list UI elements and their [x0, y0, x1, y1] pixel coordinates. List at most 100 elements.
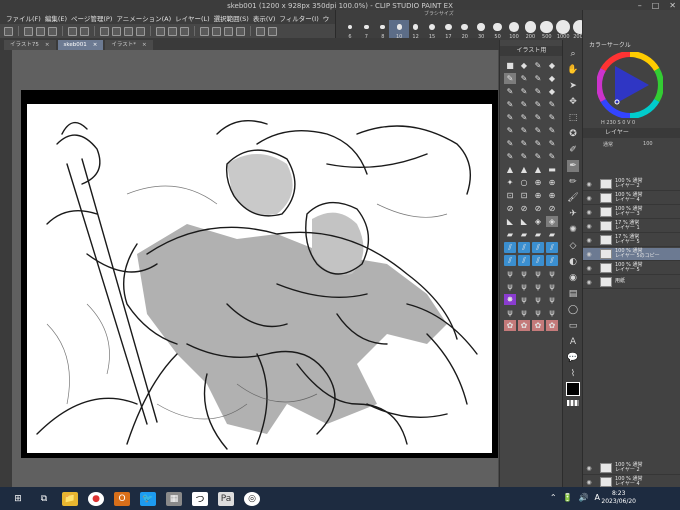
- eye-icon[interactable]: ◉: [583, 181, 595, 188]
- blend-icon[interactable]: ⊕: [546, 190, 558, 201]
- eyedropper-icon[interactable]: ✐: [567, 144, 579, 156]
- home-icon[interactable]: [4, 26, 13, 36]
- grass-icon[interactable]: ψ: [504, 307, 516, 318]
- fill-icon[interactable]: ◈: [532, 216, 544, 227]
- outlook-icon[interactable]: O: [114, 491, 130, 506]
- clip-paint-icon[interactable]: ◎: [244, 491, 260, 506]
- pen-icon[interactable]: ✎: [532, 60, 544, 71]
- clock[interactable]: 8:23 2023/06/20: [601, 490, 636, 506]
- blend-icon[interactable]: ✦: [504, 177, 516, 188]
- open-icon[interactable]: [36, 26, 45, 36]
- eye-icon[interactable]: ◉: [583, 251, 595, 258]
- menu-layer[interactable]: レイヤー(L): [175, 13, 210, 23]
- pen-icon[interactable]: ✎: [532, 138, 544, 149]
- blend-icon[interactable]: ⊕: [532, 190, 544, 201]
- brush-icon[interactable]: ✎: [518, 151, 530, 162]
- save-icon[interactable]: [48, 26, 57, 36]
- opacity-value[interactable]: 100: [643, 141, 653, 148]
- particle-icon[interactable]: ✸: [504, 294, 516, 305]
- redo-icon[interactable]: [80, 26, 89, 36]
- eraser-icon[interactable]: ◆: [546, 86, 558, 97]
- operation-icon[interactable]: ➤: [567, 80, 579, 92]
- menu-file[interactable]: ファイル(F): [6, 13, 41, 23]
- invert-selection-icon[interactable]: [168, 26, 177, 36]
- selection-icon[interactable]: ⬚: [567, 112, 579, 124]
- blend-icon[interactable]: ⊕: [532, 177, 544, 188]
- pen-icon[interactable]: ✎: [546, 138, 558, 149]
- blend-icon[interactable]: ⊘: [504, 203, 516, 214]
- volume-icon[interactable]: 🔊: [579, 493, 589, 502]
- auto-select-icon[interactable]: ✪: [567, 128, 579, 140]
- tab-close-icon[interactable]: ×: [93, 40, 98, 50]
- tab-illust75[interactable]: イラスト75 ×: [4, 40, 56, 50]
- brush-icon[interactable]: ✎: [504, 112, 516, 123]
- canvas-sheet[interactable]: [27, 104, 492, 453]
- fill-icon[interactable]: ◣: [518, 216, 530, 227]
- blend-icon[interactable]: ⊘: [546, 203, 558, 214]
- effect-line-icon[interactable]: ⫽: [518, 242, 530, 253]
- brush-icon[interactable]: ✎: [518, 112, 530, 123]
- eraser-icon[interactable]: ◆: [546, 60, 558, 71]
- pen-icon[interactable]: ✎: [504, 86, 516, 97]
- texture-icon[interactable]: ✿: [518, 320, 530, 331]
- twitter-icon[interactable]: 🐦: [140, 491, 156, 506]
- eraser-icon[interactable]: ◆: [546, 73, 558, 84]
- pen-tool-icon[interactable]: ✒: [567, 160, 579, 172]
- pattern-icon[interactable]: ▲: [504, 164, 516, 175]
- task-view-icon[interactable]: ⧉: [36, 492, 52, 506]
- brush-icon[interactable]: ✎: [532, 125, 544, 136]
- balloon-icon[interactable]: 💬: [567, 352, 579, 364]
- brush-icon[interactable]: ✎: [546, 99, 558, 110]
- clear-icon[interactable]: [100, 26, 109, 36]
- layer-row[interactable]: ◉ 100 % 通常 レイヤー 3: [583, 206, 680, 219]
- grass-icon[interactable]: ψ: [518, 307, 530, 318]
- blend-icon[interactable]: ⊘: [532, 203, 544, 214]
- eye-icon[interactable]: ◉: [583, 223, 595, 230]
- pen-icon[interactable]: ✎: [518, 86, 530, 97]
- texture-icon[interactable]: ✿: [546, 320, 558, 331]
- brush-icon[interactable]: ✎: [546, 151, 558, 162]
- eye-icon[interactable]: ◉: [583, 265, 595, 272]
- brush-icon[interactable]: ✎: [546, 112, 558, 123]
- pen-icon[interactable]: ✎: [518, 73, 530, 84]
- effect-line-icon[interactable]: ⫽: [518, 255, 530, 266]
- deselect-icon[interactable]: [156, 26, 165, 36]
- color-swatch-icon[interactable]: ■: [504, 60, 516, 71]
- tab-illust[interactable]: イラスト* ×: [105, 40, 153, 50]
- texture-icon[interactable]: ✿: [504, 320, 516, 331]
- grass-icon[interactable]: ψ: [546, 268, 558, 279]
- effect-line-icon[interactable]: ⫽: [504, 255, 516, 266]
- move-icon[interactable]: ✥: [567, 96, 579, 108]
- grid-icon[interactable]: [236, 26, 245, 36]
- frame-icon[interactable]: ▭: [567, 320, 579, 332]
- decoration-icon[interactable]: ▰: [532, 229, 544, 240]
- brush-icon[interactable]: ✎: [532, 112, 544, 123]
- grass-icon[interactable]: ψ: [504, 268, 516, 279]
- paste-icon[interactable]: [136, 26, 145, 36]
- brush-icon[interactable]: ✎: [504, 99, 516, 110]
- ruler-icon[interactable]: [224, 26, 233, 36]
- pen-icon[interactable]: ✎: [532, 73, 544, 84]
- paint-app-icon[interactable]: Pa: [218, 491, 234, 506]
- layer-row[interactable]: ◉ 17 % 通常 レイヤー 1: [583, 220, 680, 233]
- layer-row[interactable]: ◉ 100 % 通常 レイヤー 5: [583, 262, 680, 275]
- pen-icon[interactable]: ✎: [518, 138, 530, 149]
- tab-close-icon[interactable]: ×: [142, 40, 147, 50]
- vector-icon[interactable]: [212, 26, 221, 36]
- grass-icon[interactable]: ψ: [546, 281, 558, 292]
- menu-edit[interactable]: 編集(E): [45, 13, 67, 23]
- airbrush-icon[interactable]: ✈: [567, 208, 579, 220]
- eye-icon[interactable]: ◉: [583, 479, 595, 486]
- transform-icon[interactable]: [180, 26, 189, 36]
- blend-icon[interactable]: ⊡: [518, 190, 530, 201]
- eye-icon[interactable]: ◉: [583, 465, 595, 472]
- start-icon[interactable]: ⊞: [10, 492, 26, 506]
- grass-icon[interactable]: ψ: [546, 307, 558, 318]
- effect-line-icon[interactable]: ⫽: [504, 242, 516, 253]
- brush-icon[interactable]: ✎: [546, 125, 558, 136]
- chrome-icon[interactable]: ●: [88, 491, 104, 506]
- eye-icon[interactable]: ◉: [583, 209, 595, 216]
- zoom-icon[interactable]: ⌕: [567, 48, 579, 60]
- layer-row[interactable]: ◉ 17 % 通常 レイヤー 5: [583, 234, 680, 247]
- menu-animation[interactable]: アニメーション(A): [116, 13, 171, 23]
